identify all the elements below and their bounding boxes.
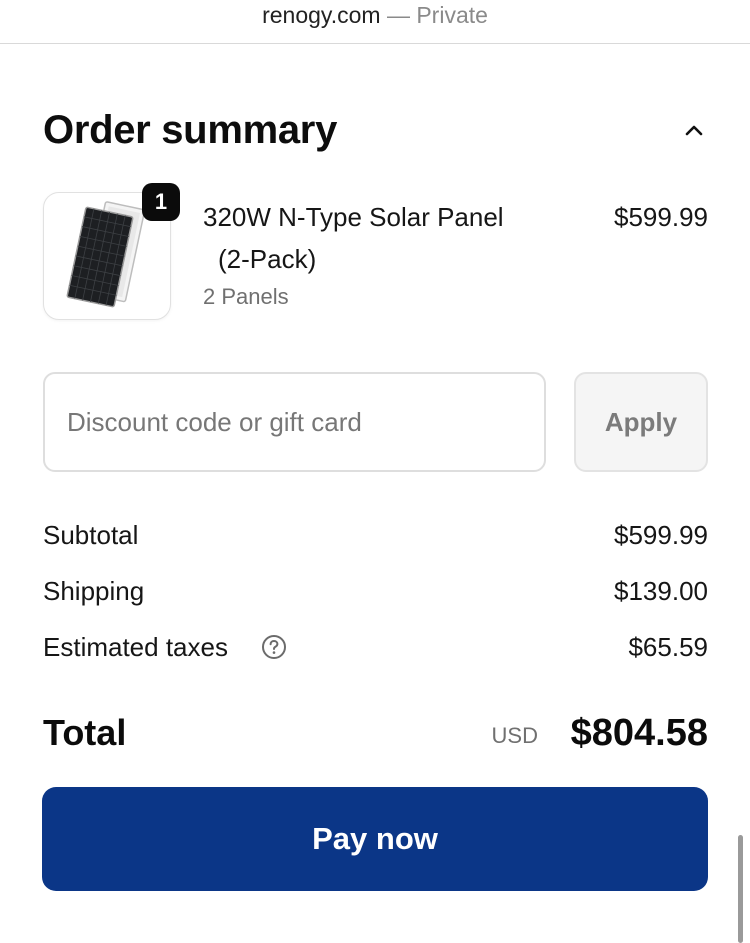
product-variant: 2 Panels (203, 284, 289, 309)
discount-row: Apply (43, 372, 708, 472)
subtotal-row: Subtotal $599.99 (43, 517, 708, 553)
order-summary-title: Order summary (43, 108, 338, 152)
page-scrollbar[interactable] (738, 835, 743, 943)
quantity-badge: 1 (142, 183, 180, 221)
subtotal-value: $599.99 (614, 520, 708, 550)
total-currency: USD (491, 723, 538, 748)
browser-address-bar[interactable]: renogy.com — Private (0, 0, 750, 44)
subtotal-label: Subtotal (43, 520, 139, 550)
address-bar-url[interactable]: renogy.com — Private (0, 0, 750, 30)
order-line-item: 1 320W N-Type Solar Panel (2-Pack) 2 Pan… (43, 183, 708, 324)
address-separator: — (386, 2, 410, 28)
private-mode-label: Private (416, 2, 488, 28)
discount-code-input[interactable] (43, 372, 546, 472)
taxes-row: Estimated taxes $65.59 (43, 629, 708, 665)
site-host: renogy.com (262, 2, 381, 28)
estimated-taxes-label: Estimated taxes (43, 632, 228, 662)
product-price: $599.99 (614, 202, 708, 232)
total-label: Total (43, 712, 127, 753)
estimated-taxes-value: $65.59 (628, 632, 708, 662)
order-summary-header[interactable]: Order summary (43, 104, 708, 156)
apply-discount-button[interactable]: Apply (574, 372, 708, 472)
shipping-row: Shipping $139.00 (43, 573, 708, 609)
product-name: 320W N-Type Solar Panel (2-Pack) (203, 196, 558, 280)
product-name-line1: 320W N-Type Solar Panel (203, 202, 504, 232)
product-name-line2: (2-Pack) (218, 244, 317, 274)
question-circle-icon[interactable] (261, 634, 287, 660)
chevron-up-icon[interactable] (680, 116, 708, 144)
pay-now-button[interactable]: Pay now (42, 787, 708, 891)
total-row: Total USD $804.58 (43, 708, 708, 758)
shipping-value: $139.00 (614, 576, 708, 606)
shipping-label: Shipping (43, 576, 145, 606)
total-amount: $804.58 (570, 712, 708, 754)
